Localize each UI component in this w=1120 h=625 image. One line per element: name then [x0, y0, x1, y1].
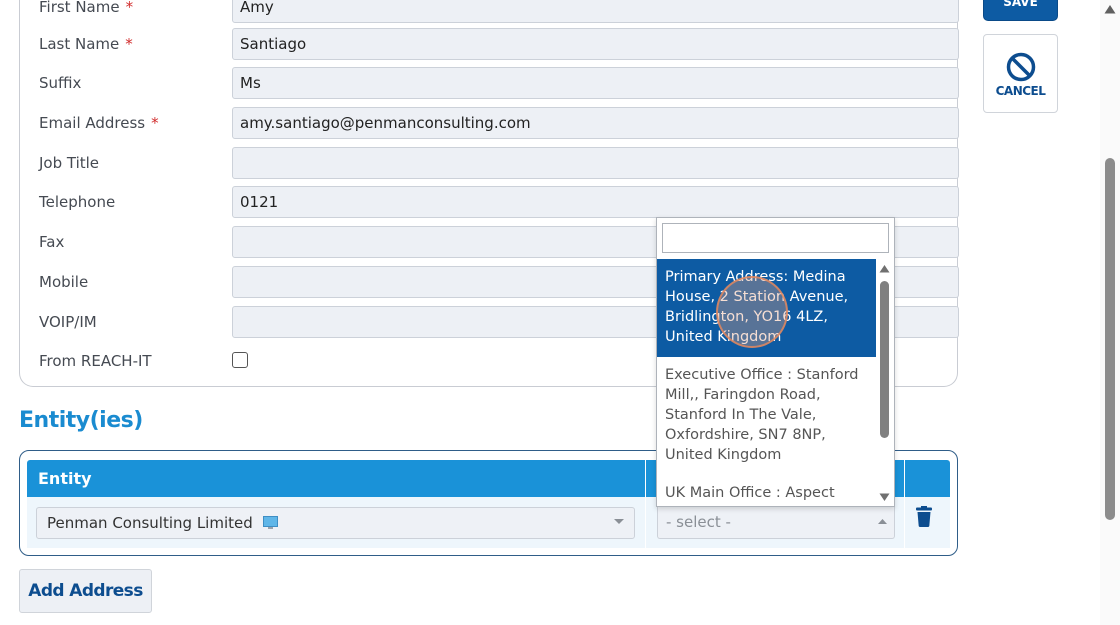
first-name-label: First Name *	[39, 0, 134, 16]
dropdown-scroll-thumb[interactable]	[880, 281, 889, 438]
scroll-up-icon[interactable]	[879, 264, 890, 273]
voip-label: VOIP/IM	[39, 313, 97, 331]
ban-icon	[1006, 52, 1036, 82]
address-select[interactable]: - select -	[657, 507, 895, 539]
scroll-up-icon[interactable]	[1104, 4, 1116, 14]
suffix-input[interactable]	[232, 67, 959, 99]
telephone-label: Telephone	[39, 193, 116, 211]
job-title-label: Job Title	[39, 154, 100, 172]
address-dropdown: Primary Address: Medina House, 2 Station…	[656, 217, 895, 507]
address-option-executive[interactable]: Executive Office : Stanford Mill,, Farin…	[657, 357, 876, 475]
entity-select[interactable]: Penman Consulting Limited	[36, 507, 635, 539]
last-name-row: Last Name *	[39, 28, 959, 60]
page-scroll-thumb[interactable]	[1105, 158, 1115, 520]
address-option-uk-main[interactable]: UK Main Office : Aspect House, Wayland A…	[657, 475, 876, 506]
suffix-row: Suffix	[39, 67, 959, 99]
first-name-input[interactable]	[232, 0, 959, 23]
telephone-row: Telephone	[39, 186, 959, 218]
address-select-value: - select -	[666, 513, 731, 531]
entities-section-title: Entity(ies)	[19, 408, 143, 433]
mobile-label: Mobile	[39, 273, 89, 291]
last-name-label: Last Name *	[39, 35, 133, 53]
fax-label: Fax	[39, 233, 65, 251]
scroll-down-icon[interactable]	[879, 493, 890, 502]
add-address-button[interactable]: Add Address	[19, 569, 152, 613]
cancel-label: CANCEL	[995, 84, 1046, 98]
trash-icon[interactable]	[896, 506, 952, 528]
from-reachit-label: From REACH-IT	[39, 352, 152, 370]
dropdown-scrollbar[interactable]	[875, 259, 894, 506]
address-option-list: Primary Address: Medina House, 2 Station…	[657, 259, 876, 506]
page-scrollbar[interactable]	[1100, 0, 1120, 625]
job-title-input[interactable]	[232, 147, 959, 179]
actions-column-header	[905, 460, 950, 497]
address-search-input[interactable]	[662, 223, 889, 253]
monitor-icon	[263, 516, 278, 529]
from-reachit-checkbox[interactable]	[232, 352, 248, 368]
last-name-input[interactable]	[232, 28, 959, 60]
save-button[interactable]: SAVE	[983, 0, 1058, 21]
entity-select-value: Penman Consulting Limited	[47, 514, 253, 532]
first-name-row: First Name *	[39, 0, 959, 23]
chevron-down-icon	[614, 519, 624, 524]
telephone-input[interactable]	[232, 186, 959, 218]
cancel-button[interactable]: CANCEL	[983, 34, 1058, 113]
job-title-row: Job Title	[39, 147, 959, 179]
address-option-primary[interactable]: Primary Address: Medina House, 2 Station…	[657, 259, 876, 357]
entity-column-header: Entity	[27, 460, 645, 497]
email-label: Email Address *	[39, 114, 159, 132]
email-input[interactable]	[232, 107, 959, 139]
suffix-label: Suffix	[39, 74, 82, 92]
email-row: Email Address *	[39, 107, 959, 139]
chevron-up-icon	[878, 519, 887, 524]
